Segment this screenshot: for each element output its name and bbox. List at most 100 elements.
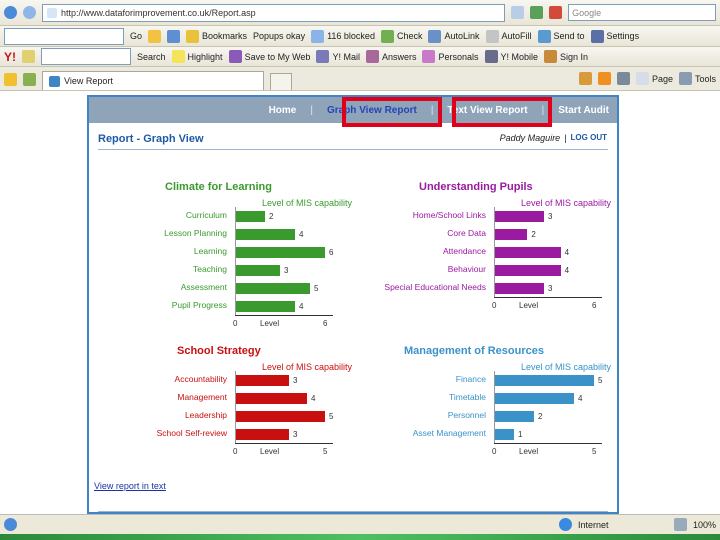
toolbar-search-field[interactable] [4, 27, 124, 45]
favorites-star-icon[interactable] [4, 73, 17, 86]
url-text: http://www.dataforimprovement.co.uk/Repo… [61, 7, 256, 18]
category-label: Pupil Progress [171, 300, 227, 310]
personals-button[interactable]: Personals [422, 50, 479, 63]
add-favorites-icon[interactable] [23, 73, 36, 86]
category-label: Leadership [184, 410, 227, 420]
nav-divider: | [310, 104, 313, 116]
chart-title: Understanding Pupils [419, 181, 533, 193]
autolink-button[interactable]: AutoLink [428, 29, 480, 43]
axis-tick-max: 6 [323, 319, 328, 328]
search-input[interactable]: Google [568, 4, 716, 21]
bookmarks-button[interactable]: Bookmarks [186, 29, 248, 43]
tools-menu[interactable]: Tools [678, 72, 716, 85]
page-menu-icon [635, 72, 649, 85]
bar-value: 4 [311, 394, 316, 403]
taskbar-strip [0, 534, 720, 540]
tab-view-report[interactable]: View Report [42, 70, 264, 90]
new-tab-button[interactable] [270, 72, 292, 90]
feeds-icon[interactable] [597, 72, 611, 85]
search-placeholder: Google [572, 7, 602, 18]
data-bar [235, 411, 325, 422]
star-icon [186, 29, 200, 43]
view-report-in-text-link[interactable]: View report in text [94, 481, 166, 491]
page-icon [47, 7, 57, 18]
bookmarks-label: Bookmarks [202, 31, 248, 41]
tab-strip: View Report Page Tools [0, 67, 720, 91]
save-web-button[interactable]: Save to My Web [228, 50, 310, 63]
highlight-button[interactable]: Highlight [171, 50, 223, 63]
chart-subtitle: Level of MIS capability [262, 198, 353, 208]
tools-gear-icon [678, 72, 692, 85]
axis-label: Level [260, 319, 280, 328]
logout-link[interactable]: LOG OUT [571, 133, 607, 143]
settings-button[interactable]: Settings [590, 29, 639, 43]
stop-icon[interactable] [549, 6, 563, 19]
signin-button[interactable]: Sign In [544, 50, 588, 63]
user-info: Paddy Maguire | LOG OUT [500, 133, 607, 143]
google-toolbar: Go Bookmarks Popups okay 116 blocked Che… [0, 26, 720, 47]
data-bar [494, 211, 544, 222]
back-icon[interactable] [4, 6, 17, 19]
category-label: Finance [455, 374, 486, 384]
ymobile-button[interactable]: Y! Mobile [484, 50, 538, 63]
autofill-button[interactable]: AutoFill [485, 29, 532, 43]
tab-label: View Report [64, 76, 113, 86]
forward-icon[interactable] [23, 6, 36, 19]
axis-tick-max: 5 [323, 447, 328, 456]
report-frame: Home | Graph View Report | Text View Rep… [87, 95, 619, 514]
page-menu-label: Page [651, 73, 673, 84]
page-menu[interactable]: Page [635, 72, 673, 85]
data-bar [494, 247, 561, 258]
autofill-icon [485, 29, 499, 43]
y-axis-line [494, 207, 495, 297]
mail-icon[interactable] [167, 29, 181, 43]
bar-value: 2 [531, 230, 536, 239]
data-bar [235, 265, 280, 276]
chart-title: Management of Resources [404, 345, 544, 357]
go-button[interactable]: Go [130, 31, 142, 41]
axis-tick-min: 0 [233, 447, 238, 456]
data-bar [494, 429, 514, 440]
print-icon[interactable] [616, 72, 630, 85]
check-button[interactable]: Check [380, 29, 423, 43]
autofill-label: AutoFill [501, 31, 532, 41]
blocked-button[interactable]: 116 blocked [311, 29, 375, 43]
answers-label: Answers [381, 51, 417, 62]
answers-button[interactable]: Answers [365, 50, 417, 63]
signin-icon [544, 50, 558, 63]
bar-value: 5 [329, 412, 334, 421]
bar-value: 4 [299, 230, 304, 239]
popups-button[interactable]: Popups okay [253, 31, 305, 41]
address-bar[interactable]: http://www.dataforimprovement.co.uk/Repo… [42, 3, 506, 22]
bar-value: 3 [293, 376, 298, 385]
data-bar [235, 301, 295, 312]
dropdown-icon[interactable] [511, 6, 525, 19]
bar-value: 4 [564, 266, 570, 275]
refresh-icon[interactable] [530, 6, 544, 19]
ie-page-icon [49, 75, 60, 87]
yahoo-logo[interactable]: Y! [4, 50, 16, 64]
category-label: Curriculum [185, 210, 227, 220]
zoom-icon[interactable] [673, 518, 687, 531]
nav-start-audit[interactable]: Start Audit [558, 105, 609, 116]
category-label: Home/School Links [412, 210, 486, 220]
nav-home[interactable]: Home [269, 105, 297, 116]
bar-value: 3 [284, 266, 289, 275]
home-icon[interactable] [578, 72, 592, 85]
highlight-box-text [452, 97, 552, 127]
data-bar [494, 393, 574, 404]
yahoo-search-field[interactable] [41, 48, 131, 65]
data-bar [235, 247, 325, 258]
check-label: Check [396, 31, 423, 41]
pencil-icon[interactable] [22, 50, 35, 63]
axis-tick-min: 0 [492, 301, 497, 310]
zoom-level[interactable]: 100% [693, 520, 716, 530]
autolink-label: AutoLink [444, 31, 480, 41]
axis-tick-min: 0 [233, 319, 238, 328]
bar-value: 3 [548, 212, 553, 221]
sendto-button[interactable]: Send to [537, 29, 585, 43]
ymail-button[interactable]: Y! Mail [316, 50, 360, 63]
personals-icon [422, 50, 436, 63]
yahoo-search-button[interactable]: Search [137, 52, 166, 62]
toolbar-icon[interactable] [148, 29, 162, 43]
